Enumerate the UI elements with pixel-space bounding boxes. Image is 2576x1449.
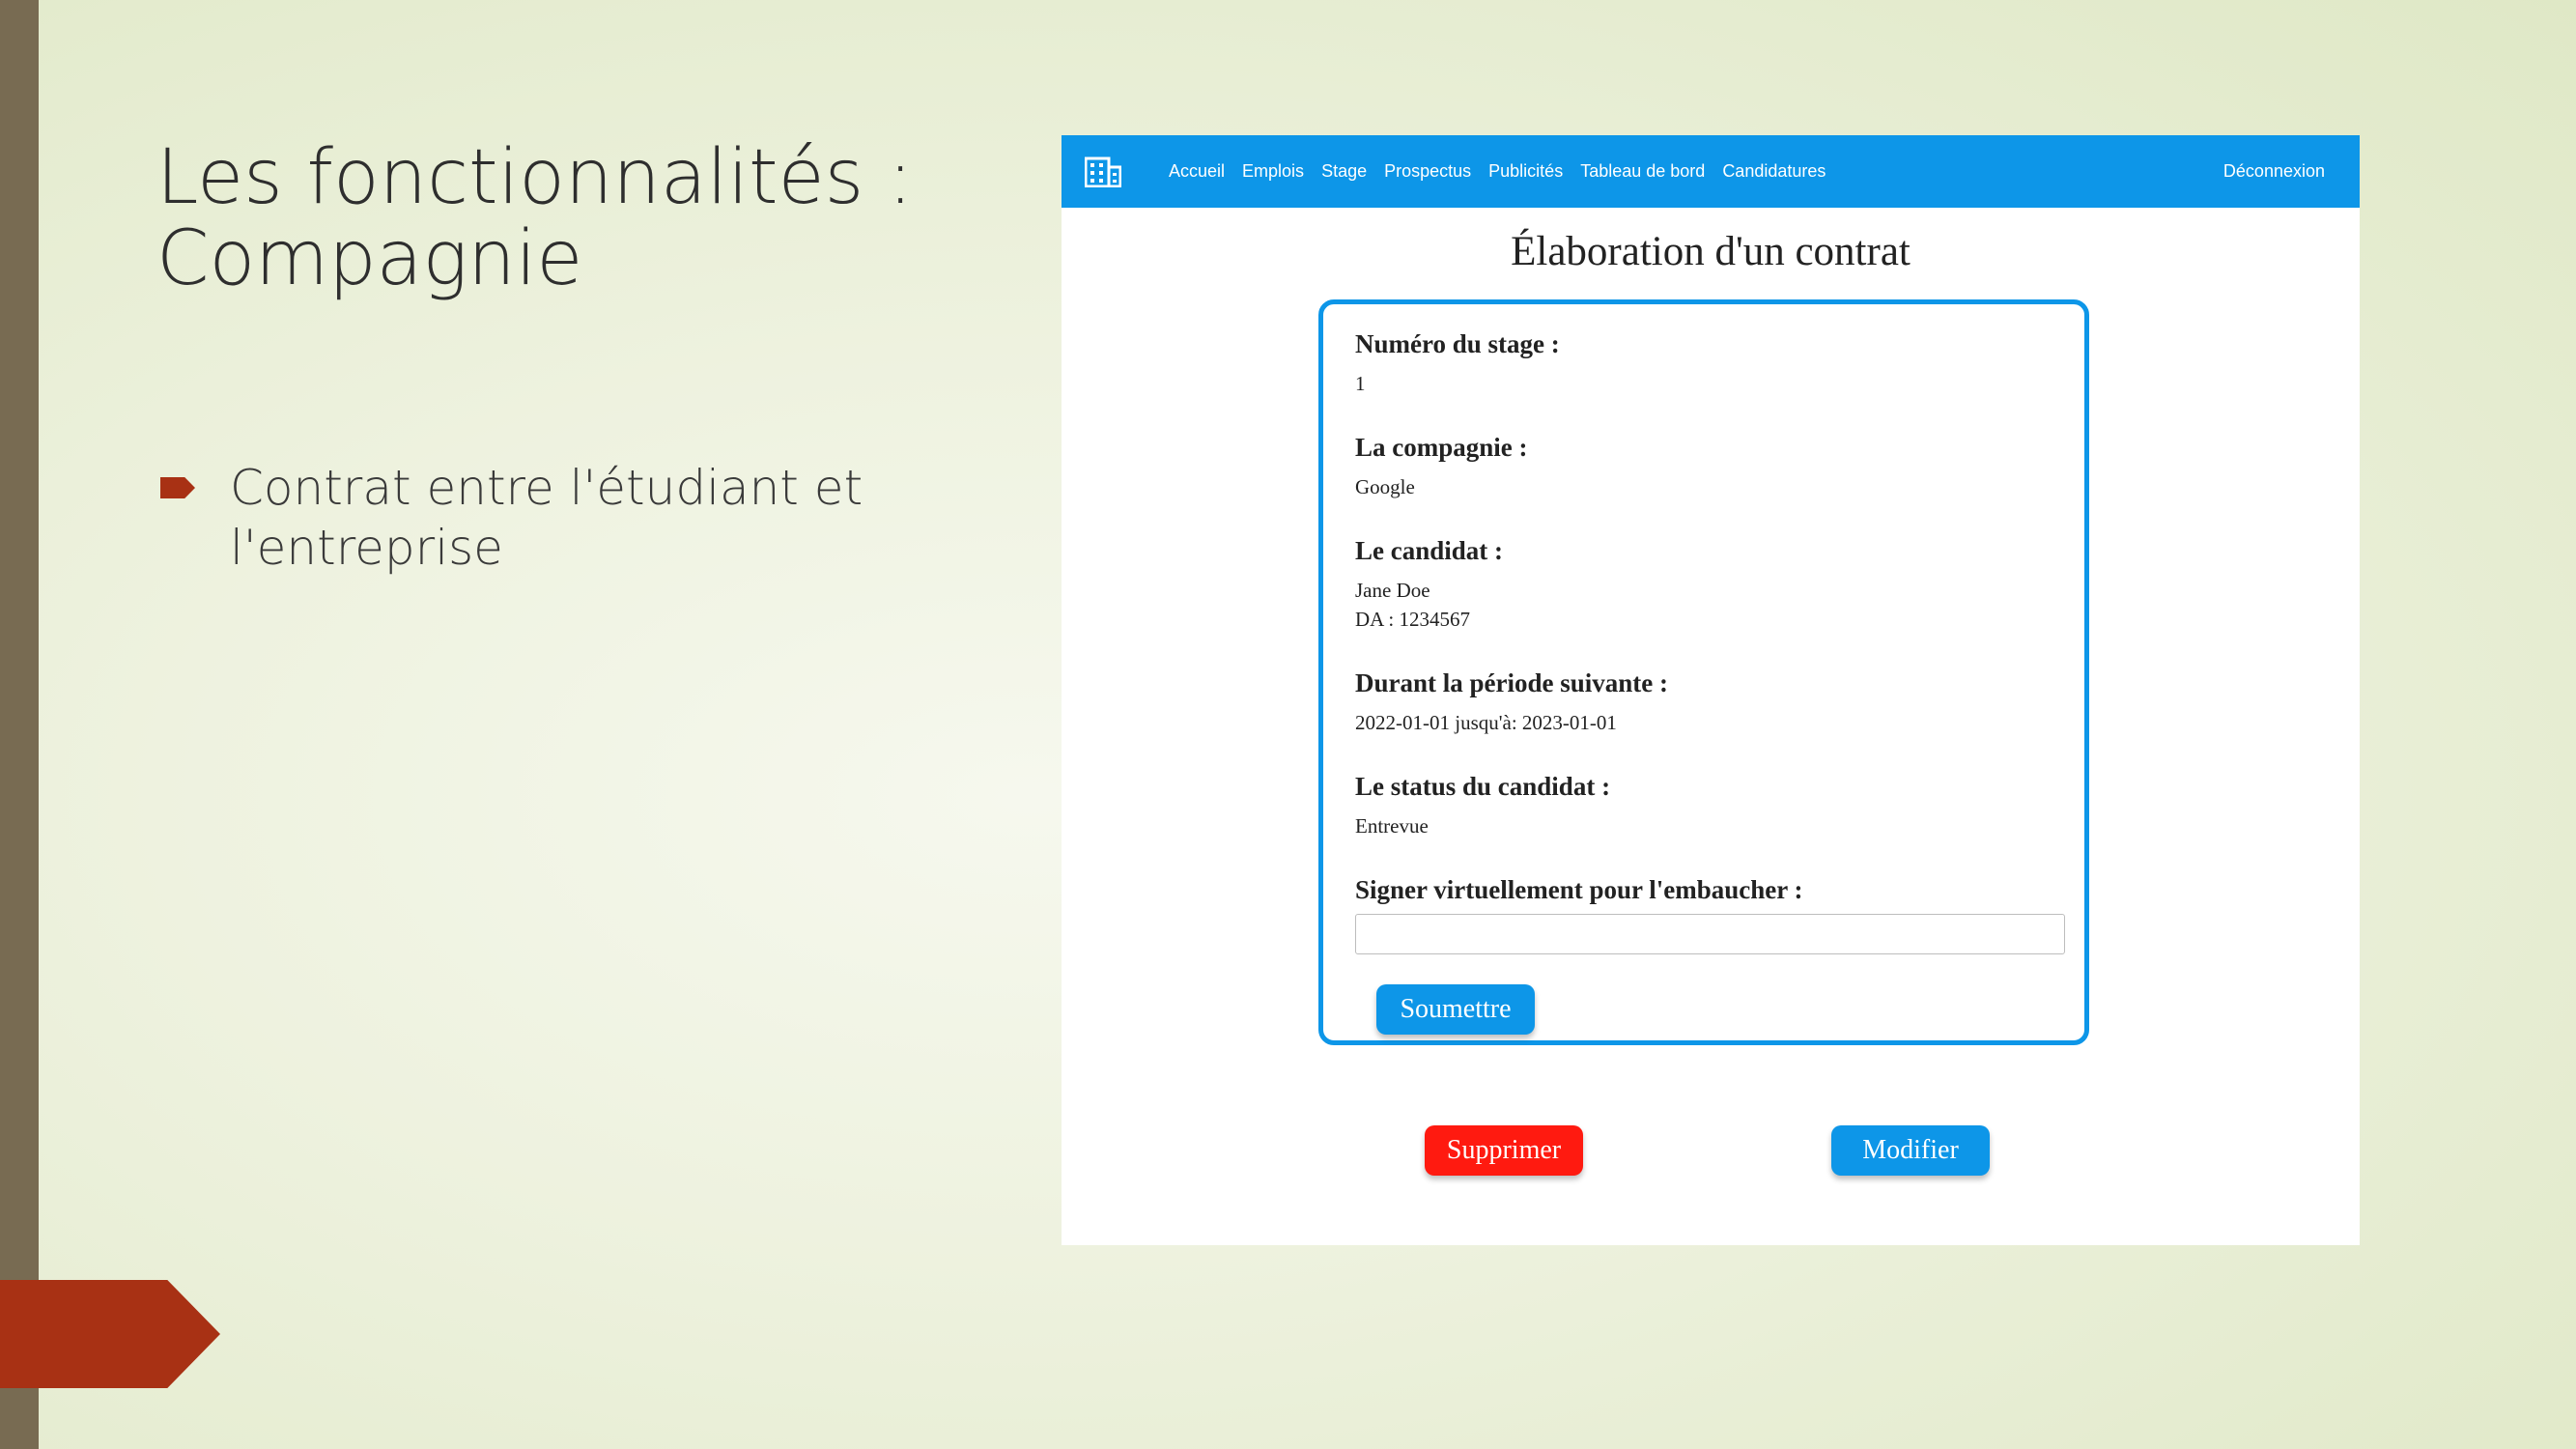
nav-link-accueil[interactable]: Accueil (1169, 161, 1225, 182)
signature-label: Signer virtuellement pour l'embaucher : (1355, 875, 1803, 904)
nav-link-candidatures[interactable]: Candidatures (1722, 161, 1826, 182)
nav-link-stage[interactable]: Stage (1321, 161, 1367, 182)
candidate-da: DA : 1234567 (1355, 608, 1471, 631)
bullet-arrow-icon (160, 477, 195, 498)
field-stage-number: Numéro du stage : 1 (1355, 329, 1560, 398)
nav-links: Accueil Emplois Stage Prospectus Publici… (1169, 135, 1843, 208)
candidate-info: Jane Doe DA : 1234567 (1355, 576, 1503, 634)
navbar: Accueil Emplois Stage Prospectus Publici… (1062, 135, 2360, 208)
nav-link-tableau-de-bord[interactable]: Tableau de bord (1580, 161, 1705, 182)
slide-title-line-1: Les fonctionnalités : (156, 134, 914, 221)
field-company: La compagnie : Google (1355, 433, 1528, 501)
signature-input[interactable] (1355, 914, 2065, 954)
candidate-label: Le candidat : (1355, 536, 1504, 565)
field-status: Le status du candidat : Entrevue (1355, 772, 1610, 840)
stage-number-value: 1 (1355, 372, 1366, 395)
slide-title-line-2: Compagnie (156, 215, 583, 302)
field-signature: Signer virtuellement pour l'embaucher : (1355, 875, 1802, 905)
nav-link-emplois[interactable]: Emplois (1242, 161, 1304, 182)
company-label: La compagnie : (1355, 433, 1528, 462)
period-label: Durant la période suivante : (1355, 668, 1668, 697)
stage-number-label: Numéro du stage : (1355, 329, 1560, 358)
period-value: 2022-01-01 jusqu'à: 2023-01-01 (1355, 711, 1617, 734)
logout-link[interactable]: Déconnexion (2223, 135, 2325, 208)
status-label: Le status du candidat : (1355, 772, 1611, 801)
edit-button[interactable]: Modifier (1831, 1125, 1990, 1176)
slide-sidebar-bar (0, 0, 39, 1449)
nav-link-prospectus[interactable]: Prospectus (1384, 161, 1471, 182)
field-candidate: Le candidat : Jane Doe DA : 1234567 (1355, 536, 1503, 634)
field-period: Durant la période suivante : 2022-01-01 … (1355, 668, 1668, 737)
company-value: Google (1355, 475, 1415, 498)
delete-button[interactable]: Supprimer (1425, 1125, 1583, 1176)
page-title: Élaboration d'un contrat (1511, 229, 1911, 274)
slide-title: Les fonctionnalités : Compagnie (156, 137, 913, 299)
app-screenshot: Accueil Emplois Stage Prospectus Publici… (1062, 135, 2360, 1245)
nav-link-publicites[interactable]: Publicités (1488, 161, 1563, 182)
submit-button[interactable]: Soumettre (1376, 984, 1535, 1035)
contract-form: Numéro du stage : 1 La compagnie : Googl… (1318, 299, 2089, 1045)
bullet-text: Contrat entre l'étudiant et l'entreprise (230, 460, 863, 576)
building-icon[interactable] (1085, 155, 1121, 187)
status-value: Entrevue (1355, 814, 1429, 838)
candidate-name: Jane Doe (1355, 579, 1430, 602)
slide-arrow-decoration (0, 1280, 220, 1388)
